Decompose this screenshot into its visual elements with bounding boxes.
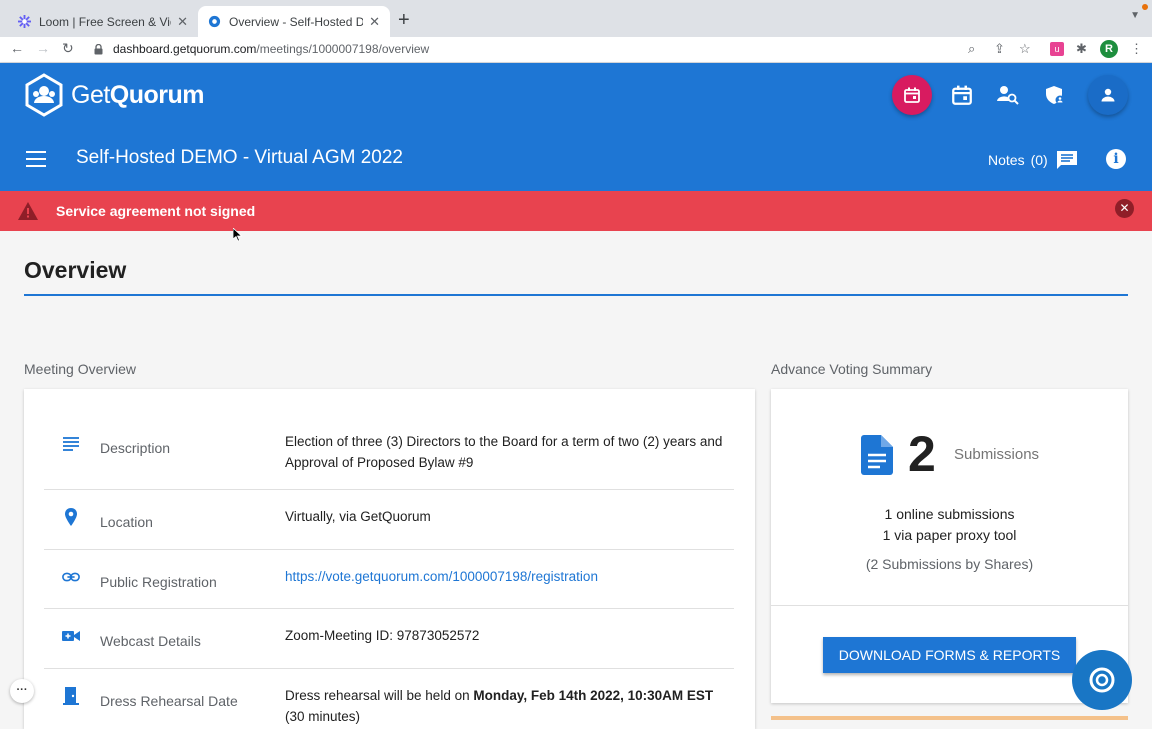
close-tab-icon[interactable]: ✕ (369, 14, 380, 30)
link-icon (62, 572, 80, 582)
overview-row-description: Description Election of three (3) Direct… (44, 417, 734, 490)
close-tab-icon[interactable]: ✕ (177, 14, 188, 30)
next-card-edge (771, 716, 1128, 720)
tab-title: Overview - Self-Hosted DEMO (229, 14, 364, 29)
row-value: Election of three (3) Directors to the B… (285, 434, 723, 470)
account-button[interactable] (1088, 75, 1128, 115)
meeting-title: Self-Hosted DEMO - Virtual AGM 2022 (76, 147, 403, 168)
location-pin-icon (65, 508, 77, 526)
lock-icon (94, 43, 103, 54)
shield-user-icon (1046, 86, 1065, 105)
alert-banner: Service agreement not signed ✕ (0, 191, 1152, 231)
row-label: Location (100, 514, 153, 530)
notes-count: (0) (1030, 152, 1048, 168)
overview-row-webcast: Webcast Details Zoom-Meeting ID: 9787305… (44, 609, 734, 669)
calendar-icon (952, 85, 972, 105)
title-underline (24, 294, 1128, 296)
advance-voting-card: 2 Submissions 1 online submissions 1 via… (771, 389, 1128, 703)
registration-link[interactable]: https://vote.getquorum.com/1000007198/re… (285, 566, 725, 587)
overview-row-location: Location Virtually, via GetQuorum (44, 490, 734, 550)
share-icon[interactable]: ⇪ (994, 41, 1005, 57)
bookmark-star-icon[interactable]: ☆ (1019, 41, 1031, 57)
download-forms-button[interactable]: DOWNLOAD FORMS & REPORTS (823, 637, 1076, 673)
getquorum-icon (208, 15, 221, 28)
page-title: Overview (24, 257, 127, 283)
dismiss-alert-icon[interactable]: ✕ (1115, 199, 1134, 218)
info-icon[interactable]: i (1106, 149, 1126, 169)
warning-icon (18, 202, 38, 220)
submission-count: 2 (908, 426, 936, 482)
lifebuoy-icon (1089, 667, 1115, 693)
back-icon[interactable]: ← (10, 40, 24, 56)
paper-submissions: 1 via paper proxy tool (882, 527, 1017, 543)
notification-dot (1142, 4, 1148, 10)
app-header: GetQuorum Self-Hosted DEMO - Virtual AGM… (0, 63, 1152, 191)
notes-button[interactable]: Notes (0) (988, 150, 1078, 170)
row-label: Dress Rehearsal Date (100, 693, 238, 709)
profile-avatar[interactable]: R (1100, 40, 1118, 58)
browser-tab-loom[interactable]: Loom | Free Screen & Video Re ✕ (8, 6, 198, 37)
address-bar[interactable]: dashboard.getquorum.com/meetings/1000007… (88, 38, 1048, 60)
alert-message: Service agreement not signed (56, 203, 256, 219)
loom-icon (18, 15, 31, 28)
reload-icon[interactable]: ↻ (62, 40, 74, 57)
submission-count-label: Submissions (954, 446, 1040, 463)
calendar-event-icon (904, 87, 920, 103)
notes-label: Notes (988, 152, 1025, 168)
row-label: Description (100, 440, 171, 456)
logo-text: GetQuorum (71, 80, 205, 109)
user-search-icon (997, 86, 1019, 105)
overview-row-registration: Public Registration https://vote.getquor… (44, 550, 734, 609)
description-icon (63, 437, 79, 451)
user-search-button[interactable] (988, 75, 1028, 115)
url-domain: dashboard.getquorum.com (113, 42, 257, 56)
meeting-overview-card: Description Election of three (3) Direct… (24, 389, 755, 729)
calendar-action-button[interactable] (892, 75, 932, 115)
logo-hexagon-icon (25, 73, 63, 117)
more-options-icon[interactable]: ··· (10, 679, 34, 703)
submissions-by-shares: (2 Submissions by Shares) (865, 556, 1034, 572)
row-label: Public Registration (100, 574, 217, 590)
hamburger-menu-icon[interactable] (26, 151, 46, 167)
advance-voting-heading: Advance Voting Summary (771, 361, 933, 377)
url-path: /meetings/1000007198/overview (256, 42, 430, 56)
help-chat-button[interactable] (1072, 650, 1132, 710)
row-value: Zoom-Meeting ID: 97873052572 (285, 628, 480, 643)
mouse-cursor-icon (233, 228, 243, 242)
browser-tab-bar: Loom | Free Screen & Video Re ✕ Overview… (0, 0, 1152, 37)
browser-toolbar: ← → ↻ dashboard.getquorum.com/meetings/1… (0, 37, 1152, 63)
browser-tab-overview[interactable]: Overview - Self-Hosted DEMO ✕ (198, 6, 390, 37)
kebab-menu-icon[interactable]: ⋮ (1130, 41, 1143, 57)
person-icon (1101, 88, 1115, 102)
meeting-overview-heading: Meeting Overview (24, 361, 137, 377)
row-label: Webcast Details (100, 633, 201, 649)
puzzle-extensions-icon[interactable]: ✱ (1076, 41, 1087, 57)
overview-row-rehearsal: Dress Rehearsal Date Dress rehearsal wil… (44, 669, 734, 729)
row-value: Dress rehearsal will be held on Monday, … (285, 688, 714, 724)
zoom-icon[interactable]: ⌕ (968, 41, 975, 57)
getquorum-logo[interactable]: GetQuorum (24, 73, 205, 117)
chevron-down-icon[interactable]: ▼ (1130, 10, 1140, 21)
card-divider (771, 605, 1128, 606)
extension-icon[interactable]: u (1050, 42, 1064, 56)
new-tab-icon[interactable]: + (398, 9, 410, 32)
document-icon (861, 435, 893, 475)
forward-icon[interactable]: → (36, 40, 50, 56)
door-icon (63, 687, 79, 705)
comment-icon (1056, 151, 1077, 169)
online-submissions: 1 online submissions (884, 506, 1015, 522)
calendar-button[interactable] (942, 75, 982, 115)
row-value: Virtually, via GetQuorum (285, 509, 431, 524)
tab-title: Loom | Free Screen & Video Re (39, 14, 171, 29)
admin-shield-button[interactable] (1035, 75, 1075, 115)
video-camera-icon (62, 631, 80, 641)
